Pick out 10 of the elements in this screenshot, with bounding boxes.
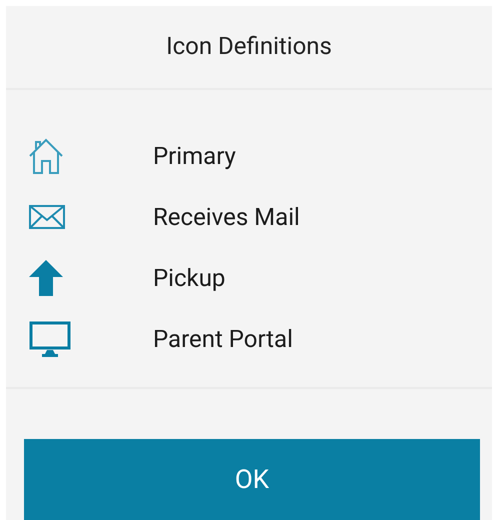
icon-definition-label: Parent Portal (153, 324, 293, 352)
up-arrow-icon (28, 258, 64, 296)
dialog-title: Icon Definitions (165, 31, 333, 62)
icon-definition-label: Receives Mail (153, 202, 300, 230)
icon-definition-label: Primary (153, 142, 236, 170)
ok-button[interactable]: OK (24, 439, 480, 520)
envelope-icon (28, 204, 66, 230)
house-icon (28, 136, 64, 174)
monitor-icon (28, 320, 72, 358)
icon-definition-label: Pickup (153, 264, 226, 292)
